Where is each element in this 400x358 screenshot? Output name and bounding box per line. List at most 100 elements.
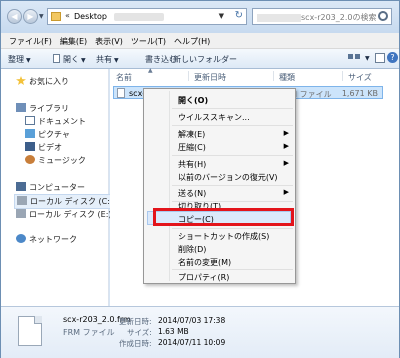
organize-button[interactable]: 整理 ▼ <box>8 54 31 65</box>
details-file-type: FRM ファイル <box>63 328 115 337</box>
hard-disk-icon <box>17 196 27 205</box>
menu-item-share[interactable]: 共有(H) <box>178 159 206 170</box>
menu-separator <box>172 269 293 270</box>
videos-icon <box>25 142 35 151</box>
menu-separator <box>172 125 293 126</box>
menu-item-open[interactable]: 開く(O) <box>178 95 208 106</box>
preview-pane-icon[interactable] <box>375 53 385 63</box>
menu-item-virus-scan[interactable]: ウイルススキャン... <box>178 112 250 123</box>
details-modified-value: 2014/07/03 17:38 <box>158 316 226 325</box>
nav-documents-label: ドキュメント <box>38 117 86 126</box>
column-date[interactable]: 更新日時 <box>194 72 226 83</box>
submenu-arrow-icon: ▶ <box>283 129 289 137</box>
menu-item-send-to[interactable]: 送る(N) <box>178 188 206 199</box>
search-blurred <box>257 13 301 22</box>
details-size-label: サイズ: <box>127 328 152 337</box>
menu-item-restore[interactable]: 以前のバージョンの復元(V) <box>178 172 278 183</box>
nav-videos-label: ビデオ <box>38 143 62 152</box>
details-size-value: 1.63 MB <box>158 327 189 336</box>
nav-network[interactable]: ネットワーク <box>16 234 77 245</box>
pictures-icon <box>25 129 35 138</box>
details-created-label: 作成日時: <box>119 339 152 348</box>
menu-item-create-shortcut[interactable]: ショートカットの作成(S) <box>178 231 269 242</box>
column-size[interactable]: サイズ <box>348 72 372 83</box>
breadcrumb-overflow[interactable]: « <box>65 11 70 20</box>
nav-pictures-label: ピクチャ <box>38 130 70 139</box>
menu-item-delete[interactable]: 削除(D) <box>178 244 206 255</box>
menu-separator <box>172 108 293 109</box>
help-icon[interactable]: ? <box>387 52 398 63</box>
column-type[interactable]: 種類 <box>279 72 295 83</box>
column-name[interactable]: 名前 <box>116 72 132 83</box>
navigation-pane: お気に入り ライブラリ ドキュメント ピクチャ ビデオ ミュージック コンピュー… <box>1 69 117 306</box>
menu-item-properties[interactable]: プロパティ(R) <box>178 272 229 283</box>
nav-videos[interactable]: ビデオ <box>25 142 62 153</box>
menu-tools[interactable]: ツール(T) <box>131 36 166 47</box>
menu-item-extract[interactable]: 解凍(E) <box>178 129 205 140</box>
address-row: ◀ ▶ ▼ « Desktop ▼ ↻ scx-r203_2.0の検索 <box>1 1 399 33</box>
nav-computer-label: コンピューター <box>29 183 85 192</box>
library-icon <box>16 103 26 112</box>
search-icon[interactable] <box>378 11 388 21</box>
open-button[interactable]: 開く ▼ <box>53 54 86 65</box>
details-created-value: 2014/07/11 10:09 <box>158 338 226 347</box>
nav-network-label: ネットワーク <box>29 235 77 244</box>
nav-music-label: ミュージック <box>38 156 86 165</box>
search-input[interactable]: scx-r203_2.0の検索 <box>252 8 392 25</box>
submenu-arrow-icon: ▶ <box>283 159 289 167</box>
nav-documents[interactable]: ドキュメント <box>25 116 86 127</box>
file-thumbnail-icon <box>18 316 42 346</box>
nav-pictures[interactable]: ピクチャ <box>25 129 70 140</box>
back-button[interactable]: ◀ <box>7 9 22 24</box>
nav-disk-e-label: ローカル ディスク (E:) <box>29 210 112 219</box>
nav-disk-c[interactable]: ローカル ディスク (C:) <box>14 194 117 209</box>
copy-highlight-box <box>153 208 294 226</box>
details-pane: scx-r203_2.0.frm FRM ファイル 更新日時: 2014/07/… <box>1 306 399 358</box>
computer-icon <box>16 182 26 191</box>
menu-bar: ファイル(F) 編集(E) 表示(V) ツール(T) ヘルプ(H) <box>1 33 399 49</box>
nav-disk-e[interactable]: ローカル ディスク (E:) <box>16 209 112 220</box>
breadcrumb-desktop[interactable]: Desktop <box>74 12 107 21</box>
menu-view[interactable]: 表示(V) <box>95 36 123 47</box>
file-size: 1,671 KB <box>341 89 378 98</box>
nav-music[interactable]: ミュージック <box>25 155 86 166</box>
context-menu: 開く(O) ウイルススキャン... 解凍(E) ▶ 圧縮(C) ▶ 共有(H) … <box>143 88 296 284</box>
address-bar[interactable]: « Desktop ▼ ↻ <box>47 8 247 25</box>
submenu-arrow-icon: ▶ <box>283 188 289 196</box>
file-icon <box>117 88 125 98</box>
share-button[interactable]: 共有 ▼ <box>96 54 119 65</box>
new-folder-button[interactable]: 新しいフォルダー <box>173 54 237 65</box>
open-label: 開く <box>63 55 79 64</box>
nav-libraries[interactable]: ライブラリ <box>16 103 69 114</box>
organize-label: 整理 <box>8 55 24 64</box>
nav-favorites-label: お気に入り <box>29 77 69 86</box>
submenu-arrow-icon: ▶ <box>283 142 289 150</box>
star-icon <box>16 76 26 85</box>
command-bar: 整理 ▼ 開く ▼ 共有 ▼ 書き込む 新しいフォルダー ▼ ? <box>1 49 399 69</box>
view-dropdown-icon[interactable]: ▼ <box>365 55 370 62</box>
menu-separator <box>172 228 293 229</box>
column-divider[interactable] <box>342 71 343 81</box>
menu-file[interactable]: ファイル(F) <box>9 36 52 47</box>
view-options-icon[interactable] <box>347 53 363 65</box>
nav-computer[interactable]: コンピューター <box>16 182 85 193</box>
details-modified-label: 更新日時: <box>119 317 152 326</box>
nav-disk-c-label: ローカル ディスク (C:) <box>30 197 114 206</box>
history-dropdown-icon[interactable]: ▼ <box>39 13 44 20</box>
column-divider[interactable] <box>273 71 274 81</box>
menu-item-compress[interactable]: 圧縮(C) <box>178 142 206 153</box>
nav-libraries-label: ライブラリ <box>29 104 69 113</box>
menu-item-rename[interactable]: 名前の変更(M) <box>178 257 231 268</box>
network-icon <box>16 234 26 243</box>
nav-favorites[interactable]: お気に入り <box>16 76 69 87</box>
forward-button[interactable]: ▶ <box>23 9 38 24</box>
menu-edit[interactable]: 編集(E) <box>60 36 87 47</box>
address-dropdown-icon[interactable]: ▼ <box>219 12 224 20</box>
search-placeholder: scx-r203_2.0の検索 <box>301 13 377 22</box>
breadcrumb-blurred <box>114 13 164 21</box>
menu-separator <box>172 185 293 186</box>
share-label: 共有 <box>96 55 112 64</box>
menu-help[interactable]: ヘルプ(H) <box>174 36 210 47</box>
column-divider[interactable] <box>188 71 189 81</box>
refresh-icon[interactable]: ↻ <box>235 10 243 21</box>
